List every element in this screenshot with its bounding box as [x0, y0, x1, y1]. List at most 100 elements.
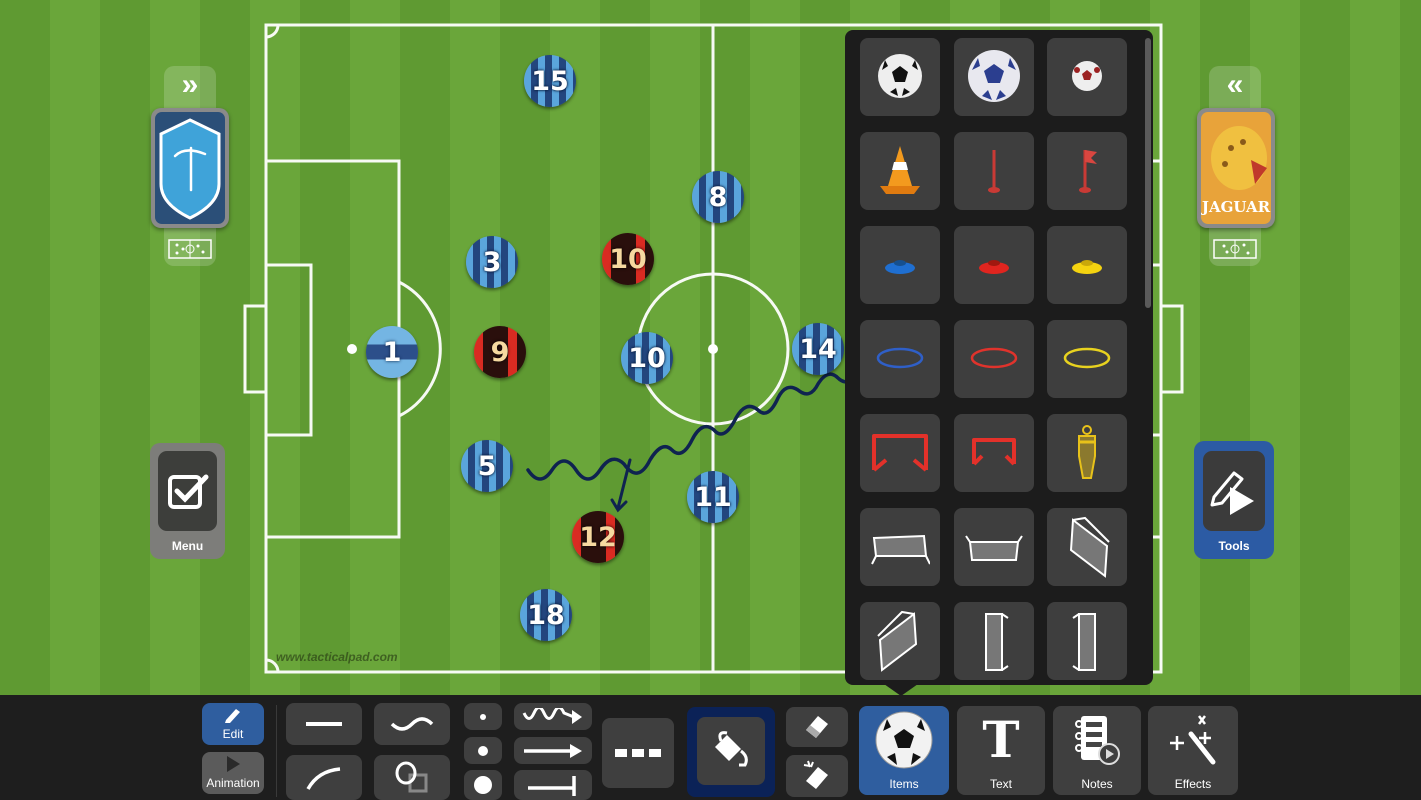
checkbox-icon [167, 474, 208, 509]
item-goal-front[interactable] [860, 508, 940, 586]
tools-button[interactable]: Tools [1194, 441, 1274, 559]
disc-cone-icon [979, 260, 1009, 274]
wavy-line-icon [390, 717, 434, 731]
item-mini-goal-small[interactable] [954, 414, 1034, 492]
item-soccer-ball-blue[interactable] [954, 38, 1034, 116]
item-ring-blue[interactable] [860, 320, 940, 398]
clear-all-eraser-tool[interactable] [786, 755, 848, 797]
dribble-path[interactable] [526, 370, 864, 481]
tools-label: Tools [1218, 539, 1250, 553]
player-home-15[interactable]: 15 [524, 55, 576, 107]
item-goal-angled-right[interactable] [1047, 508, 1127, 586]
item-soccer-ball-red-small[interactable] [1047, 38, 1127, 116]
home-team-logo[interactable] [151, 108, 229, 228]
item-disc-cone-red[interactable] [954, 226, 1034, 304]
items-tab[interactable]: Items [859, 706, 949, 795]
goal-net-icon [877, 610, 918, 672]
player-home-14[interactable]: 14 [792, 323, 844, 375]
player-home-5[interactable]: 5 [461, 440, 513, 492]
arrow-end[interactable] [514, 737, 592, 764]
pencil-play-icon [1210, 471, 1254, 515]
wavy-line-tool[interactable] [374, 703, 450, 745]
point-size-medium[interactable] [464, 737, 502, 764]
player-home-8[interactable]: 8 [692, 171, 744, 223]
dashed-line-style[interactable] [602, 718, 674, 788]
eraser-tool[interactable] [786, 707, 848, 747]
item-soccer-ball-black[interactable] [860, 38, 940, 116]
point-size-small[interactable] [464, 703, 502, 730]
item-goal-angled-left[interactable] [860, 602, 940, 680]
dot-large-icon [474, 776, 492, 794]
jaguar-text: JAGUAR [1201, 198, 1271, 216]
straight-line-tool[interactable] [286, 703, 362, 745]
edit-mode-button[interactable]: Edit [202, 703, 264, 745]
text-tab[interactable]: T Text [957, 706, 1045, 795]
player-home-10[interactable]: 10 [621, 332, 673, 384]
player-away-12[interactable]: 12 [572, 511, 624, 563]
eraser-icon [806, 716, 828, 738]
pole-icon [988, 150, 1000, 193]
formation-icon[interactable] [1212, 238, 1258, 260]
penalty-spot [347, 344, 357, 354]
ring-icon [876, 347, 924, 369]
formation-icon[interactable] [167, 238, 213, 260]
shapes-tool[interactable] [374, 755, 450, 800]
away-team-logo[interactable]: JAGUAR [1197, 108, 1275, 228]
goal-net-icon [871, 534, 930, 565]
animation-mode-button[interactable]: Animation [202, 752, 264, 794]
goal-net-icon [1069, 516, 1110, 578]
player-home-11[interactable]: 11 [687, 471, 739, 523]
notes-label: Notes [1081, 777, 1113, 791]
item-goal-vertical-right[interactable] [1047, 602, 1127, 680]
items-scrollbar[interactable] [1145, 38, 1151, 308]
effects-tab[interactable]: Effects [1148, 706, 1238, 795]
item-mini-goal-large[interactable] [860, 414, 940, 492]
soccer-ball-icon [875, 711, 933, 769]
double-chevron-right-icon[interactable]: » [164, 68, 216, 102]
t-end[interactable] [514, 770, 592, 800]
cone-icon [880, 146, 920, 194]
pencil-icon [225, 709, 240, 723]
item-disc-cone-blue[interactable] [860, 226, 940, 304]
magic-wand-icon [1170, 715, 1216, 765]
text-label: Text [989, 777, 1012, 791]
clear-eraser-icon [803, 760, 828, 789]
item-corner-flag[interactable] [1047, 132, 1127, 210]
player-away-9[interactable]: 9 [474, 326, 526, 378]
item-ring-yellow[interactable] [1047, 320, 1127, 398]
item-goal-back[interactable] [954, 508, 1034, 586]
shapes-icon [395, 761, 428, 792]
notes-tab[interactable]: Notes [1053, 706, 1141, 795]
item-mannequin[interactable] [1047, 414, 1127, 492]
player-away-10[interactable]: 10 [602, 233, 654, 285]
pass-arrow[interactable] [610, 458, 632, 513]
soccer-ball-icon [968, 50, 1020, 102]
menu-button[interactable]: Menu [150, 443, 225, 559]
goal-net-icon [1072, 613, 1096, 671]
item-traffic-cone[interactable] [860, 132, 940, 210]
player-home-3[interactable]: 3 [466, 236, 518, 288]
double-chevron-left-icon[interactable]: « [1209, 68, 1261, 102]
point-size-large[interactable] [464, 770, 502, 800]
item-goal-vertical-left[interactable] [954, 602, 1034, 680]
jaguar-logo-icon: JAGUAR [1200, 112, 1271, 224]
center-spot [708, 344, 718, 354]
effects-label: Effects [1174, 777, 1212, 791]
menu-label: Menu [171, 539, 204, 553]
mini-goal-icon [872, 434, 928, 472]
player-home-18[interactable]: 18 [520, 589, 572, 641]
item-disc-cone-yellow[interactable] [1047, 226, 1127, 304]
curved-line-tool[interactable] [286, 755, 362, 800]
paint-bucket-tool[interactable] [697, 717, 765, 785]
dot-medium-icon [478, 745, 488, 756]
zigzag-arrow-end[interactable] [514, 703, 592, 730]
curved-line-icon [306, 766, 341, 790]
ring-icon [1063, 347, 1111, 369]
disc-cone-icon [885, 260, 915, 274]
item-pole[interactable] [954, 132, 1034, 210]
player-home-1[interactable]: 1 [366, 326, 418, 378]
animation-label: Animation [206, 776, 260, 790]
items-label: Items [889, 777, 919, 791]
item-ring-red[interactable] [954, 320, 1034, 398]
straight-line-icon [306, 722, 342, 726]
